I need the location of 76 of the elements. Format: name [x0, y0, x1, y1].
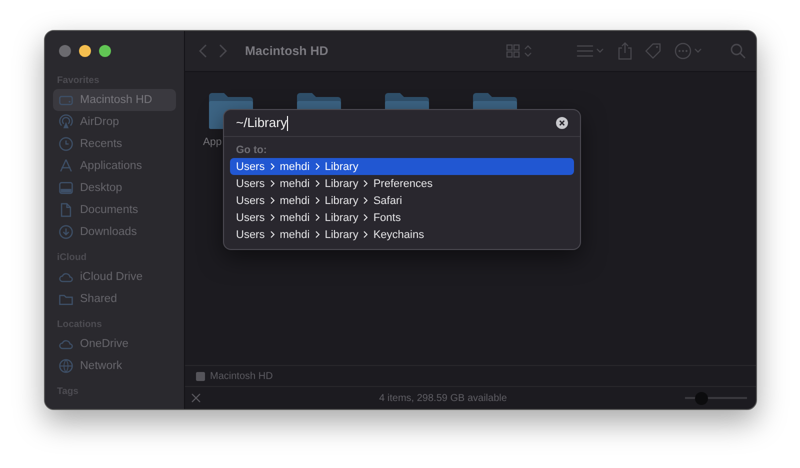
sidebar-item[interactable]: AirDrop: [53, 111, 176, 133]
path-name: Library: [324, 194, 358, 206]
suggestion-row[interactable]: Users mehdi Library Preferences: [230, 175, 574, 192]
sidebar-item[interactable]: iCloud Drive: [53, 266, 176, 288]
path-name: mehdi: [280, 228, 310, 240]
grid-view-icon[interactable]: [506, 44, 534, 58]
path-name: Users: [236, 160, 265, 172]
group-icon[interactable]: [576, 44, 606, 58]
download-icon: [58, 224, 74, 240]
path-input[interactable]: ~/Library: [236, 114, 556, 132]
sidebar-item[interactable]: Applications: [53, 155, 176, 177]
path-name: Users: [236, 194, 265, 206]
path-name: Keychains: [373, 228, 424, 240]
airdrop-icon: [58, 114, 74, 130]
sidebar-item[interactable]: Macintosh HD: [53, 89, 176, 111]
zoom-button[interactable]: [99, 45, 111, 57]
close-icon[interactable]: [191, 393, 201, 403]
sidebar-item[interactable]: Documents: [53, 199, 176, 221]
folder-label: App: [203, 136, 222, 148]
chevron-icon: [363, 231, 368, 238]
suggestion-row[interactable]: Users mehdi Library Safari: [230, 192, 574, 209]
chevron-icon: [363, 214, 368, 221]
globe-icon: [58, 358, 74, 374]
sidebar-item[interactable]: Shared: [53, 288, 176, 310]
path-name: Users: [236, 228, 265, 240]
chevron-icon: [314, 163, 320, 170]
chevron-icon: [270, 163, 275, 170]
path-name: mehdi: [280, 194, 310, 206]
more-icon[interactable]: [674, 42, 704, 60]
status-text: 4 items, 298.59 GB available: [378, 392, 508, 404]
chevron-icon: [270, 231, 275, 238]
suggestion-row[interactable]: Users mehdi Library: [230, 158, 574, 175]
chevron-icon: [270, 197, 275, 204]
chevron-icon: [314, 197, 320, 204]
forward-icon[interactable]: [219, 44, 227, 58]
suggestion-row[interactable]: Users mehdi Library Fonts: [230, 209, 574, 226]
chevron-icon: [314, 214, 320, 221]
sidebar-item[interactable]: Downloads: [53, 221, 176, 243]
clear-icon[interactable]: [556, 117, 568, 129]
chevron-icon: [314, 180, 320, 187]
path-name: Library: [324, 178, 358, 190]
close-button[interactable]: [59, 45, 71, 57]
path-name: Preferences: [373, 178, 433, 190]
path-name: Users: [236, 178, 265, 190]
sidebar-item[interactable]: Network: [53, 355, 176, 377]
desktop-icon: [58, 180, 74, 196]
sidebar-item[interactable]: Desktop: [53, 177, 176, 199]
window-title: Macintosh HD: [245, 44, 330, 58]
chevron-icon: [363, 180, 368, 187]
path-name: Library: [324, 160, 358, 172]
path-name: Safari: [373, 194, 402, 206]
apps-icon: [58, 158, 74, 174]
path-name: mehdi: [280, 160, 310, 172]
share-icon[interactable]: [618, 42, 632, 60]
path-name: mehdi: [280, 178, 310, 190]
suggestion-row[interactable]: Users mehdi Library Keychains: [230, 226, 574, 243]
chevron-icon: [270, 180, 275, 187]
minimize-button[interactable]: [79, 45, 91, 57]
doc-icon: [58, 202, 74, 218]
chevron-icon: [270, 214, 275, 221]
path-name: Fonts: [373, 212, 401, 224]
back-icon[interactable]: [199, 44, 207, 58]
sidebar-item[interactable]: OneDrive: [53, 333, 176, 355]
path-name: Library: [324, 228, 358, 240]
slider-thumb[interactable]: [694, 392, 708, 404]
search-icon[interactable]: [730, 43, 746, 59]
tag-icon[interactable]: [644, 42, 662, 60]
chevron-icon: [314, 231, 320, 238]
path-item[interactable]: Macintosh HD: [210, 370, 273, 382]
chevron-icon: [363, 197, 368, 204]
clock-icon: [58, 136, 74, 152]
go-to-heading: Go to:: [235, 143, 268, 158]
path-name: Users: [236, 212, 265, 224]
sidebar-item[interactable]: Recents: [53, 133, 176, 155]
path-name: Library: [324, 212, 358, 224]
path-name: mehdi: [280, 212, 310, 224]
